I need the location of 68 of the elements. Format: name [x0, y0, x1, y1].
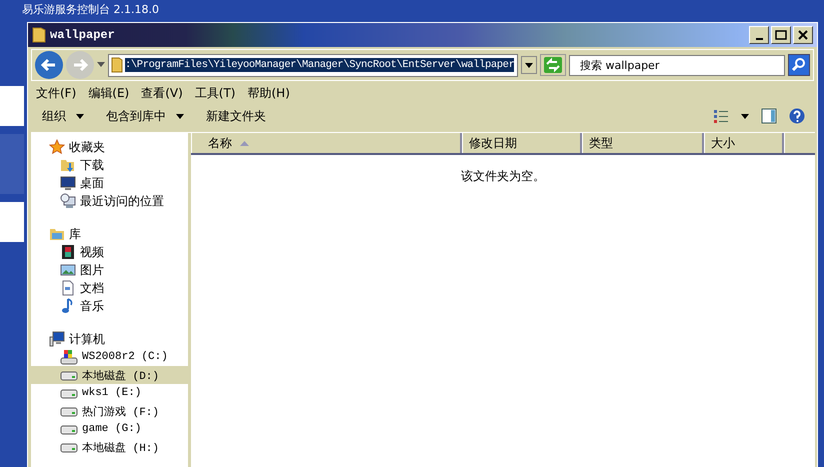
drive-icon [60, 405, 78, 417]
column-header[interactable]: 大小 [704, 133, 784, 153]
search-field[interactable]: 搜索 wallpaper [569, 54, 785, 76]
menu-item[interactable]: 查看(V) [137, 84, 191, 102]
empty-folder-message: 该文件夹为空。 [461, 168, 545, 185]
refresh-icon [544, 57, 562, 73]
drive-icon [60, 369, 78, 381]
document-icon [60, 280, 76, 296]
film-icon [60, 244, 76, 260]
menu-item[interactable]: 帮助(H) [244, 84, 298, 102]
menu-item[interactable]: 工具(T) [190, 84, 244, 102]
recent-places-icon [60, 193, 76, 209]
background-window-title: 易乐游服务控制台 2.1.18.0 [22, 2, 159, 17]
back-button[interactable] [35, 51, 63, 79]
search-icon [791, 57, 807, 73]
address-field[interactable]: :\ProgramFiles\YileyooManager\Manager\SyncRoot\EntServer\wallpaper [108, 54, 518, 76]
folder-icon [32, 27, 46, 43]
sidebar-item[interactable]: 本地磁盘 (H:) [31, 438, 188, 456]
drive-icon [60, 441, 78, 453]
sidebar-item[interactable]: wks1 (E:) [31, 384, 188, 402]
caret-icon [525, 62, 533, 68]
sidebar-item[interactable]: 热门游戏 (F:) [31, 402, 188, 420]
window-title: wallpaper [50, 28, 116, 42]
caret-icon[interactable] [741, 114, 749, 118]
drive-icon [60, 387, 78, 399]
library-folder-icon [49, 226, 65, 242]
minimize-icon [756, 38, 762, 40]
sidebar-group-header[interactable]: 库 [31, 225, 188, 243]
sidebar-item[interactable]: 最近访问的位置 [31, 192, 188, 210]
sidebar-item[interactable]: game (G:) [31, 420, 188, 438]
sidebar-item[interactable]: 文档 [31, 279, 188, 297]
preview-pane-icon[interactable] [761, 108, 777, 124]
star-icon [49, 139, 65, 155]
toolbar-button[interactable]: 包含到库中 [102, 108, 202, 124]
sidebar-item[interactable]: 图片 [31, 261, 188, 279]
background-panel [0, 202, 24, 242]
toolbar-button[interactable]: 新建文件夹 [202, 108, 284, 124]
computer-icon [49, 331, 65, 347]
sidebar-item[interactable]: 桌面 [31, 174, 188, 192]
sidebar-item[interactable]: 下载 [31, 156, 188, 174]
column-header[interactable]: 类型 [582, 133, 704, 153]
menu-item[interactable]: 文件(F) [32, 84, 84, 102]
close-button[interactable] [793, 26, 813, 44]
picture-icon [60, 262, 76, 278]
search-button[interactable] [788, 54, 810, 76]
dropdown-button[interactable] [521, 56, 537, 74]
folder-icon [111, 57, 123, 73]
sidebar-group-header[interactable]: 收藏夹 [31, 138, 188, 156]
sidebar-group-header[interactable]: 计算机 [31, 330, 188, 348]
toolbar-button[interactable]: 组织 [38, 108, 102, 124]
system-drive-icon [60, 349, 78, 365]
menu-item[interactable]: 编辑(E) [84, 84, 138, 102]
column-header[interactable]: 修改日期 [462, 133, 582, 153]
close-icon [798, 30, 808, 40]
minimize-button[interactable] [749, 26, 769, 44]
maximize-button[interactable] [771, 26, 791, 44]
help-icon[interactable] [789, 108, 805, 124]
monitor-icon [60, 175, 76, 191]
sidebar-item[interactable]: WS2008r2 (C:) [31, 348, 188, 366]
column-header[interactable]: 名称 [191, 133, 462, 153]
background-panel [0, 86, 24, 126]
sidebar-item[interactable]: 音乐 [31, 297, 188, 315]
sidebar-item[interactable]: 视频 [31, 243, 188, 261]
sidebar-item[interactable]: 本地磁盘 (D:) [31, 366, 188, 384]
view-list-icon[interactable] [713, 109, 729, 123]
drive-icon [60, 423, 78, 435]
maximize-icon [775, 30, 787, 40]
folder-download-icon [60, 157, 76, 173]
